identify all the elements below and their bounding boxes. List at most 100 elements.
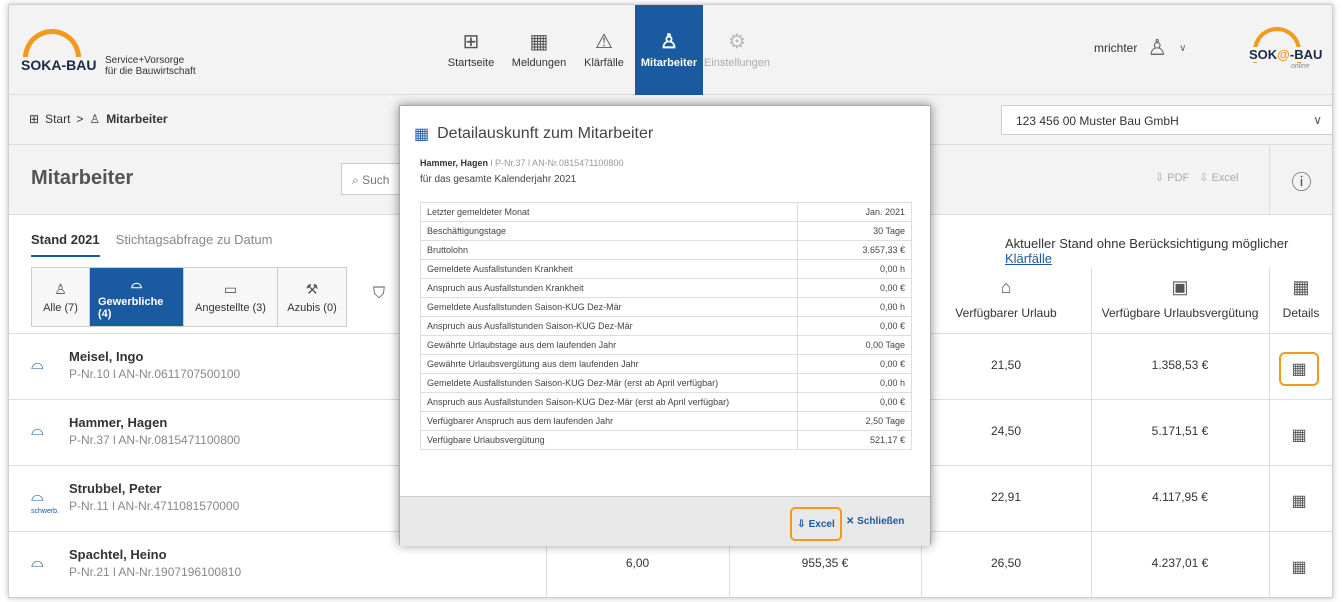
column-header-verguetung: ▣ Verfügbare Urlaubsvergütung bbox=[1091, 277, 1269, 320]
pdf-export-button[interactable]: ⇩ PDF bbox=[1155, 171, 1189, 184]
filter-funnel-icon[interactable]: ⛉ bbox=[373, 285, 385, 303]
table-icon: ▦ bbox=[1292, 277, 1310, 297]
nav-label: Mitarbeiter bbox=[640, 57, 698, 69]
search-input[interactable]: ⌕ Such bbox=[341, 163, 401, 195]
modal-row-label: Anspruch aus Ausfallstunden Saison-KUG D… bbox=[420, 316, 798, 336]
filter-azubis[interactable]: ⚒ Azubis (0) bbox=[278, 268, 346, 326]
modal-table-row: Gewährte Urlaubstage aus dem laufenden J… bbox=[420, 335, 912, 355]
bank-icon: ⌂ bbox=[1000, 277, 1012, 297]
modal-row-value: 0,00 Tage bbox=[797, 335, 912, 355]
laptop-icon: ▭ bbox=[223, 280, 238, 297]
nav-meldungen[interactable]: ▦ Meldungen bbox=[505, 5, 573, 95]
info-icon: ⓘ bbox=[1291, 171, 1312, 194]
helmet-icon: ⌓ bbox=[130, 274, 143, 291]
modal-table-row: Bruttolohn 3.657,33 € bbox=[420, 240, 912, 260]
employee-name: Strubbel, Peter bbox=[69, 481, 162, 496]
modal-row-label: Beschäftigungstage bbox=[420, 221, 798, 241]
user-menu[interactable]: mrichter ♙ ∨ bbox=[1094, 35, 1186, 61]
breadcrumb: ⊞ Start > ♙ Mitarbeiter bbox=[29, 112, 168, 126]
nav-label: Meldungen bbox=[511, 57, 567, 69]
warning-icon: ⚠ bbox=[595, 31, 613, 53]
company-select[interactable]: 123 456 00 Muster Bau GmbH ∨ bbox=[1001, 105, 1332, 135]
logo-tagline-1: Service+Vorsorge bbox=[105, 55, 185, 66]
details-button[interactable]: ▦ bbox=[1279, 484, 1319, 518]
employee-number: P-Nr.37 l AN-Nr.0815471100800 bbox=[69, 433, 241, 447]
cell-urlaub: 22,91 bbox=[990, 490, 1022, 504]
info-button[interactable]: ⓘ bbox=[1269, 145, 1332, 215]
close-icon: ✕ bbox=[846, 516, 855, 527]
logo-tagline-2: für die Bauwirtschaft bbox=[105, 66, 196, 77]
breadcrumb-current: Mitarbeiter bbox=[106, 112, 168, 126]
export-links: ⇩ PDF ⇩ Excel bbox=[1155, 171, 1238, 184]
tab-bar: Stand 2021 Stichtagsabfrage zu Datum bbox=[31, 232, 272, 257]
tab-stand-2021[interactable]: Stand 2021 bbox=[31, 232, 100, 257]
modal-detail-table: Letzter gemeldeter Monat Jan. 2021 Beschäf… bbox=[420, 202, 912, 450]
modal-row-value: 0,00 h bbox=[797, 373, 912, 393]
cell-verguetung: 5.171,51 € bbox=[1151, 424, 1209, 438]
employee-number: P-Nr.21 l AN-Nr.1907196100810 bbox=[69, 565, 242, 579]
modal-row-value: 30 Tage bbox=[797, 221, 912, 241]
modal-row-value: 3.657,33 € bbox=[797, 240, 912, 260]
modal-row-value: 0,00 € bbox=[797, 316, 912, 336]
gear-icon: ⚙ bbox=[728, 31, 746, 53]
modal-row-value: 0,00 € bbox=[797, 278, 912, 298]
modal-close-button[interactable]: ✕ Schließen bbox=[846, 516, 904, 527]
employee-number: P-Nr.10 l AN-Nr.0611707500100 bbox=[69, 367, 241, 381]
modal-excel-button[interactable]: ⇩ Excel bbox=[790, 507, 842, 541]
cell-urlaub: 21,50 bbox=[990, 358, 1022, 372]
app-window: SOKA-BAU Service+Vorsorge für die Bauwir… bbox=[8, 4, 1333, 598]
modal-table-row: Anspruch aus Ausfallstunden Saison-KUG D… bbox=[420, 316, 912, 336]
logo-online: online bbox=[1291, 63, 1310, 70]
modal-table-row: Verfügbarer Anspruch aus dem laufenden J… bbox=[420, 411, 912, 431]
employee-number: P-Nr.11 l AN-Nr.4711081570000 bbox=[69, 499, 240, 513]
modal-subtitle: für das gesamte Kalenderjahr 2021 bbox=[420, 174, 577, 185]
cell-urlaub: 24,50 bbox=[990, 424, 1022, 438]
tab-stichtagsabfrage[interactable]: Stichtagsabfrage zu Datum bbox=[116, 232, 273, 257]
helmet-icon: ⌓ bbox=[31, 422, 44, 439]
column-header-urlaub: ⌂ Verfügbarer Urlaub bbox=[921, 277, 1091, 320]
soka-bau-online-logo[interactable]: SOK@-BAU online bbox=[1239, 23, 1329, 73]
modal-row-label: Gewährte Urlaubstage aus dem laufenden J… bbox=[420, 335, 798, 355]
table-icon: ▦ bbox=[1291, 427, 1307, 444]
modal-footer: ⇩ Excel ✕ Schließen bbox=[400, 496, 930, 546]
filter-angestellte[interactable]: ▭ Angestellte (3) bbox=[184, 268, 278, 326]
users-icon: ♙ bbox=[660, 31, 678, 53]
modal-row-label: Letzter gemeldeter Monat bbox=[420, 202, 798, 222]
modal-table-row: Verfügbare Urlaubsvergütung 521,17 € bbox=[420, 430, 912, 450]
modal-table-row: Letzter gemeldeter Monat Jan. 2021 bbox=[420, 202, 912, 222]
filter-alle[interactable]: ♙ Alle (7) bbox=[32, 268, 90, 326]
logo-brand: SOK@-BAU bbox=[1247, 47, 1325, 62]
details-button[interactable]: ▦ bbox=[1279, 550, 1319, 584]
modal-row-value: 0,00 h bbox=[797, 259, 912, 279]
modal-row-label: Verfügbarer Anspruch aus dem laufenden J… bbox=[420, 411, 798, 431]
page-title: Mitarbeiter bbox=[31, 167, 134, 189]
nav-label: Startseite bbox=[447, 57, 495, 69]
nav-startseite[interactable]: ⊞ Startseite bbox=[437, 5, 505, 95]
table-icon: ▦ bbox=[1291, 559, 1307, 576]
modal-row-label: Gemeldete Ausfallstunden Krankheit bbox=[420, 259, 798, 279]
nav-mitarbeiter[interactable]: ♙ Mitarbeiter bbox=[635, 5, 703, 95]
nav-einstellungen[interactable]: ⚙ Einstellungen bbox=[703, 5, 771, 95]
chevron-down-icon: ∨ bbox=[1313, 113, 1322, 127]
breadcrumb-separator: > bbox=[76, 112, 84, 126]
modal-row-label: Gewährte Urlaubsvergütung aus dem laufen… bbox=[420, 354, 798, 374]
chevron-down-icon: ∨ bbox=[1179, 42, 1187, 54]
details-button[interactable]: ▦ bbox=[1279, 352, 1319, 386]
soka-bau-logo[interactable]: SOKA-BAU Service+Vorsorge für die Bauwir… bbox=[19, 23, 239, 79]
company-select-value: 123 456 00 Muster Bau GmbH bbox=[1016, 114, 1179, 128]
modal-row-label: Bruttolohn bbox=[420, 240, 798, 260]
breadcrumb-start[interactable]: Start bbox=[45, 112, 70, 126]
grid-icon: ⊞ bbox=[29, 112, 40, 126]
nav-klaerfaelle[interactable]: ⚠ Klärfälle bbox=[573, 5, 635, 95]
cell-verguetung: 1.358,53 € bbox=[1151, 358, 1209, 372]
details-button[interactable]: ▦ bbox=[1279, 418, 1319, 452]
filter-gewerbliche[interactable]: ⌓ Gewerbliche (4) bbox=[90, 268, 184, 326]
cell-verguetung: 4.117,95 € bbox=[1152, 490, 1208, 504]
helmet-icon: ⌓ bbox=[31, 554, 44, 571]
users-icon: ♙ bbox=[54, 280, 67, 297]
modal-row-label: Gemeldete Ausfallstunden Saison-KUG Dez-… bbox=[420, 373, 798, 393]
excel-export-button[interactable]: ⇩ Excel bbox=[1199, 171, 1238, 184]
table-icon: ▦ bbox=[1291, 493, 1307, 510]
modal-row-value: 2,50 Tage bbox=[797, 411, 912, 431]
klaerfaelle-link[interactable]: Klärfälle bbox=[1005, 251, 1052, 266]
